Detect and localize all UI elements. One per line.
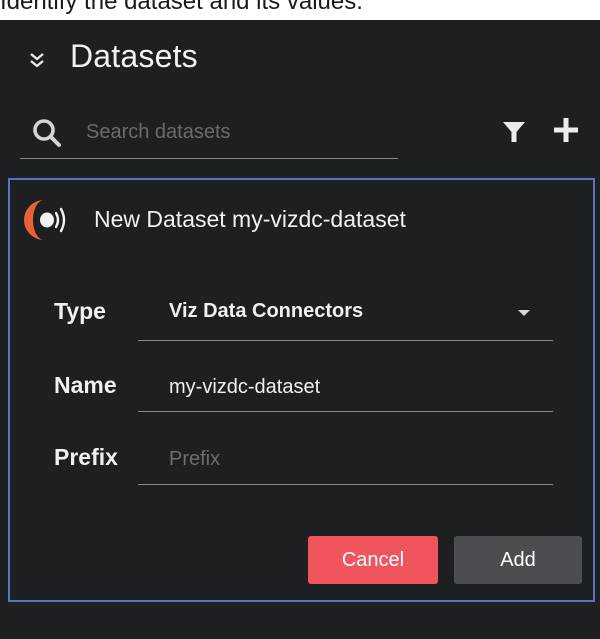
chevron-down-icon[interactable] (518, 310, 530, 316)
dataset-logo (24, 200, 66, 240)
dataset-title: New Dataset my-vizdc-dataset (94, 206, 406, 232)
add-button[interactable]: Add (454, 536, 582, 584)
question-banner: Identify the dataset and its values. (0, 0, 600, 20)
filter-icon[interactable] (502, 121, 526, 143)
new-dataset-card: New Dataset my-vizdc-dataset Type Viz Da… (8, 178, 595, 602)
prefix-input[interactable] (169, 444, 539, 474)
type-label: Type (54, 298, 106, 324)
type-select[interactable]: Viz Data Connectors (169, 300, 363, 323)
plus-icon[interactable] (553, 117, 579, 143)
question-text: Identify the dataset and its values. (0, 0, 363, 15)
search-bar (20, 112, 398, 159)
search-icon (33, 119, 61, 147)
name-input[interactable] (169, 372, 539, 402)
panel-header: Datasets (0, 20, 600, 100)
datasets-panel: Datasets New Dataset my-vizdc-dataset Ty… (0, 20, 600, 639)
panel-title: Datasets (70, 38, 198, 74)
cancel-button[interactable]: Cancel (308, 536, 438, 584)
name-underline (138, 411, 553, 412)
chevron-double-down-icon[interactable] (28, 50, 46, 70)
type-underline (138, 340, 553, 341)
name-label: Name (54, 372, 117, 398)
prefix-label: Prefix (54, 444, 118, 470)
prefix-underline (138, 484, 553, 485)
search-input[interactable] (84, 116, 388, 148)
